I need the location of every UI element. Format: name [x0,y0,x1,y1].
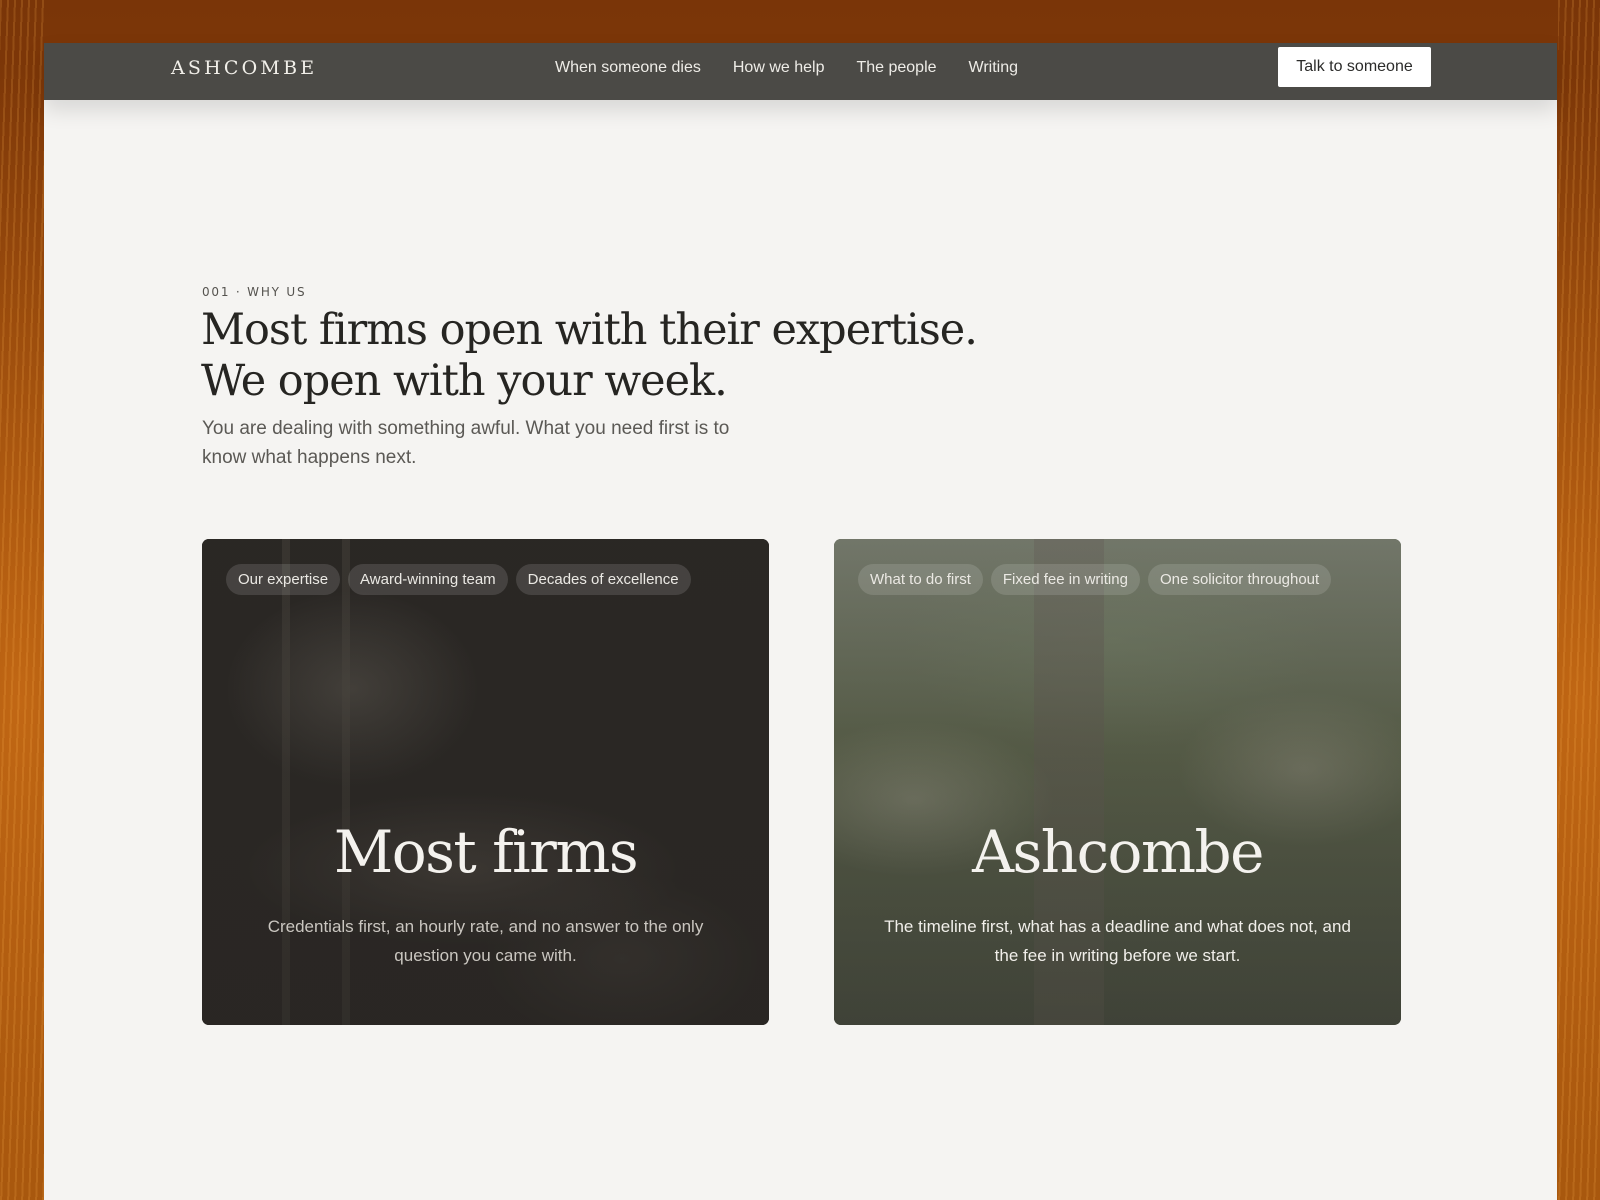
nav-links: When someone dies How we help The people… [555,59,1018,77]
section-subhead: You are dealing with something awful. Wh… [202,418,730,468]
nav-link-the-people[interactable]: The people [856,59,936,77]
chip-decades-of-excellence: Decades of excellence [515,564,691,595]
nav-link-writing[interactable]: Writing [969,59,1019,77]
comparison-card-most-firms: Our expertise Award-winning team Decades… [202,539,769,1025]
top-navigation: ASHCOMBE When someone dies How we help T… [44,43,1557,100]
card-chips: What to do first Fixed fee in writing On… [858,564,1377,595]
chip-our-expertise: Our expertise [226,564,341,595]
chip-award-winning-team: Award-winning team [348,564,508,595]
page-window: ASHCOMBE When someone dies How we help T… [44,43,1557,1200]
nav-link-how-we-help[interactable]: How we help [733,59,825,77]
section-headline: Most firms open with their expertise. We… [201,305,978,406]
section-eyebrow: 001 · WHY US [202,285,307,299]
card-description: The timeline first, what has a deadline … [884,917,1351,965]
card-description: Credentials first, an hourly rate, and n… [267,917,704,965]
chip-one-solicitor-throughout: One solicitor throughout [1147,564,1332,595]
backdrop-grass-right [1558,0,1600,1200]
card-chips: Our expertise Award-winning team Decades… [226,564,745,595]
nav-link-when-someone-dies[interactable]: When someone dies [555,59,701,77]
chip-what-to-do-first: What to do first [858,564,983,595]
backdrop-grass-left [0,0,44,1200]
card-title: Most firms [333,818,639,886]
talk-to-someone-button[interactable]: Talk to someone [1278,47,1431,87]
chip-fixed-fee-in-writing: Fixed fee in writing [990,564,1140,595]
site-logo[interactable]: ASHCOMBE [171,57,317,79]
card-title: Ashcombe [972,818,1264,886]
comparison-card-ashcombe: What to do first Fixed fee in writing On… [834,539,1401,1025]
